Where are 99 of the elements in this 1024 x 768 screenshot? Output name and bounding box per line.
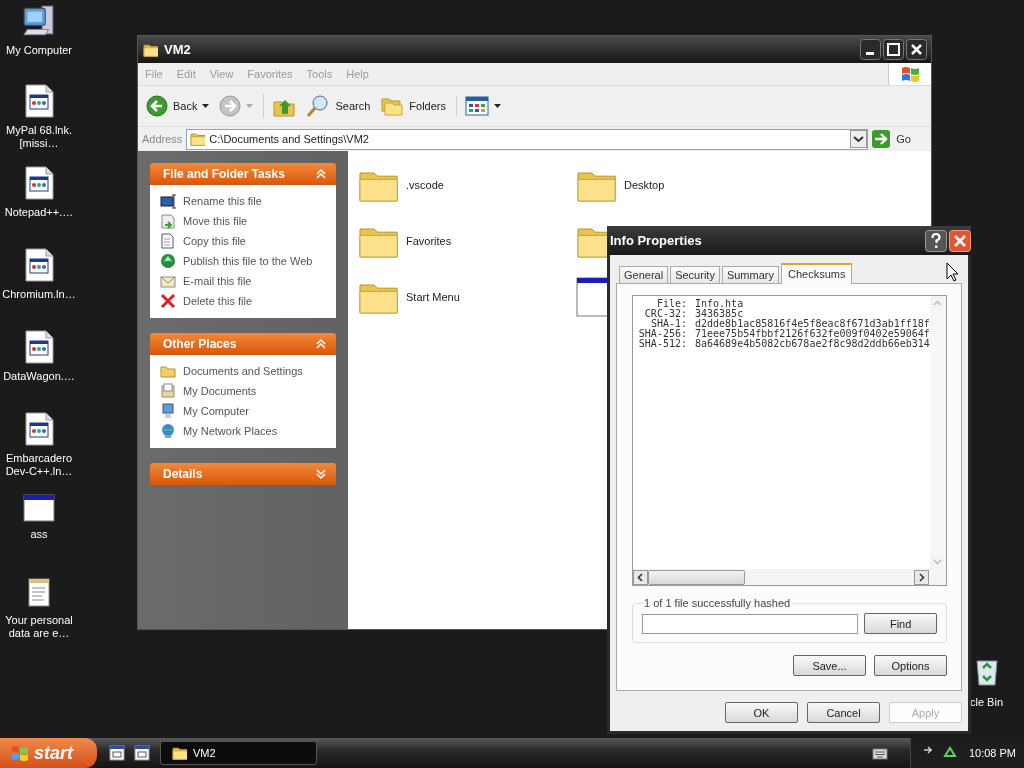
checksum-value: 8a64689e4b5082cb678ae2f8c98d2ddb66eb314 <box>695 339 930 349</box>
views-icon <box>465 96 489 116</box>
find-field[interactable] <box>642 613 859 634</box>
scroll-left-icon <box>633 569 648 585</box>
documents-icon <box>160 383 176 399</box>
task-link[interactable]: My Documents <box>160 383 326 399</box>
dropdown-button[interactable] <box>850 130 868 148</box>
keyboard-icon[interactable] <box>871 746 888 760</box>
task-link[interactable]: Publish this file to the Web <box>160 253 326 269</box>
task-link[interactable]: Rename this file <box>160 193 326 209</box>
checksum-label: SHA-1: <box>649 319 687 329</box>
maximize-button[interactable] <box>883 39 904 60</box>
checksum-label: File: <box>655 299 687 309</box>
address-field[interactable]: C:\Documents and Settings\VM2 <box>186 128 869 150</box>
task-link[interactable]: My Network Places <box>160 423 326 439</box>
go-arrow-icon <box>872 130 891 148</box>
checksum-text-area[interactable]: File: Info.hta CRC-32: 3436385c SHA-1: d2dde8b1ac85816f4e5f8eac8f671d3ab1ff18f SHA-256: 71eee75b54fbbf2126f632fe009f0402e59064f SHA-512: 8a64689e4b5082cb678ae2f8c98d2ddb66eb314 <box>632 295 947 586</box>
desktop-icon-label[interactable]: Your personal data are e… <box>0 614 78 640</box>
help-button[interactable] <box>925 229 947 252</box>
folder-icon <box>189 131 206 147</box>
checksum-value: 3436385c <box>695 309 745 319</box>
envelope-icon <box>160 273 176 289</box>
address-label: Address <box>142 133 183 145</box>
clock: 10:08 PM <box>968 747 1016 759</box>
move-icon <box>160 213 176 229</box>
task-link[interactable]: My Computer <box>160 403 326 419</box>
task-link[interactable]: Documents and Settings <box>160 363 326 379</box>
vertical-scrollbar[interactable] <box>930 296 946 569</box>
checksum-label: SHA-512: <box>637 339 687 349</box>
window-icon[interactable] <box>109 745 125 761</box>
desktop-icon-label[interactable]: DataWagon.… <box>0 370 78 383</box>
checksum-value: d2dde8b1ac85816f4e5f8eac8f671d3ab1ff18f <box>695 319 930 329</box>
window-title: Info Properties <box>610 233 702 248</box>
back-button[interactable]: Back <box>146 95 210 117</box>
scroll-thumb[interactable] <box>648 569 745 585</box>
checksum-label: SHA-256: <box>637 329 687 339</box>
options-button[interactable]: Options <box>874 655 947 676</box>
forward-button[interactable] <box>219 95 254 117</box>
desktop-icon-label[interactable]: Embarcadero Dev-C++.ln… <box>0 452 78 478</box>
checksum-value: Info.hta <box>695 299 745 309</box>
window-title: VM2 <box>164 42 192 57</box>
tab[interactable]: Summary <box>721 266 779 283</box>
window-icon[interactable] <box>134 745 150 761</box>
save-button[interactable]: Save... <box>793 655 866 676</box>
file-name[interactable]: Start Menu <box>406 291 460 303</box>
minimize-button[interactable] <box>860 39 881 60</box>
delete-icon <box>160 293 176 309</box>
dialog-button[interactable]: Cancel <box>807 702 880 723</box>
folder-icon <box>171 745 187 761</box>
folders-button[interactable]: Folders <box>380 95 446 117</box>
window-icon <box>23 494 55 522</box>
shortcut-icon <box>23 84 55 118</box>
rename-icon <box>160 193 176 209</box>
dropdown-caret-icon <box>494 104 501 108</box>
desktop-icon-label[interactable]: MyPal 68.lnk.[missi… <box>0 124 78 150</box>
desktop-icon-label[interactable]: ass <box>0 528 78 541</box>
task-link[interactable]: E-mail this file <box>160 273 326 289</box>
folders-icon <box>380 95 405 117</box>
globe-icon <box>160 253 176 269</box>
dropdown-caret-icon <box>246 104 254 108</box>
tab[interactable]: Security <box>670 266 720 283</box>
task-link[interactable]: Move this file <box>160 213 326 229</box>
document-icon <box>160 233 176 249</box>
shortcut-icon <box>23 412 55 446</box>
checksum-value: 71eee75b54fbbf2126f632fe009f0402e59064f <box>695 329 930 339</box>
mouse-pointer-icon <box>946 262 959 282</box>
shortcut-icon <box>23 248 55 282</box>
dialog-button[interactable]: OK <box>725 702 798 723</box>
views-button[interactable] <box>456 96 501 116</box>
tab[interactable]: General <box>619 266 669 283</box>
go-button[interactable]: Go <box>872 130 927 148</box>
desktop-icon-label[interactable]: cle Bin <box>970 696 1004 708</box>
desktop-icon-label[interactable]: My Computer <box>0 44 78 57</box>
checksum-label: CRC-32: <box>643 309 687 319</box>
desktop-icon-label[interactable]: Chromium.ln… <box>0 288 78 301</box>
file-name[interactable]: .vscode <box>406 179 444 191</box>
horizontal-scrollbar[interactable] <box>633 569 946 585</box>
status-text: 1 of 1 file successfully hashed <box>642 597 793 609</box>
shortcut-icon <box>23 166 55 200</box>
search-icon <box>306 94 331 118</box>
file-name[interactable]: Desktop <box>624 179 665 191</box>
computer-icon <box>160 403 176 419</box>
task-link[interactable]: Copy this file <box>160 233 326 249</box>
notepad-icon <box>27 576 51 608</box>
up-folder-button[interactable] <box>263 94 297 118</box>
close-button[interactable] <box>906 39 927 60</box>
tab[interactable]: Checksums <box>780 263 853 284</box>
shortcut-icon <box>23 330 55 364</box>
folder-icon <box>160 363 176 379</box>
scroll-right-icon <box>914 569 929 585</box>
taskbar-button[interactable]: VM2 <box>160 741 317 765</box>
dropdown-caret-icon <box>202 104 210 108</box>
search-button[interactable]: Search <box>306 94 371 118</box>
file-name[interactable]: Favorites <box>406 235 452 247</box>
windows-logo-icon <box>10 744 30 762</box>
find-button[interactable]: Find <box>864 613 937 634</box>
task-link[interactable]: Delete this file <box>160 293 326 309</box>
close-button[interactable] <box>949 229 971 252</box>
desktop-icon-label[interactable]: Notepad++.… <box>0 206 78 219</box>
